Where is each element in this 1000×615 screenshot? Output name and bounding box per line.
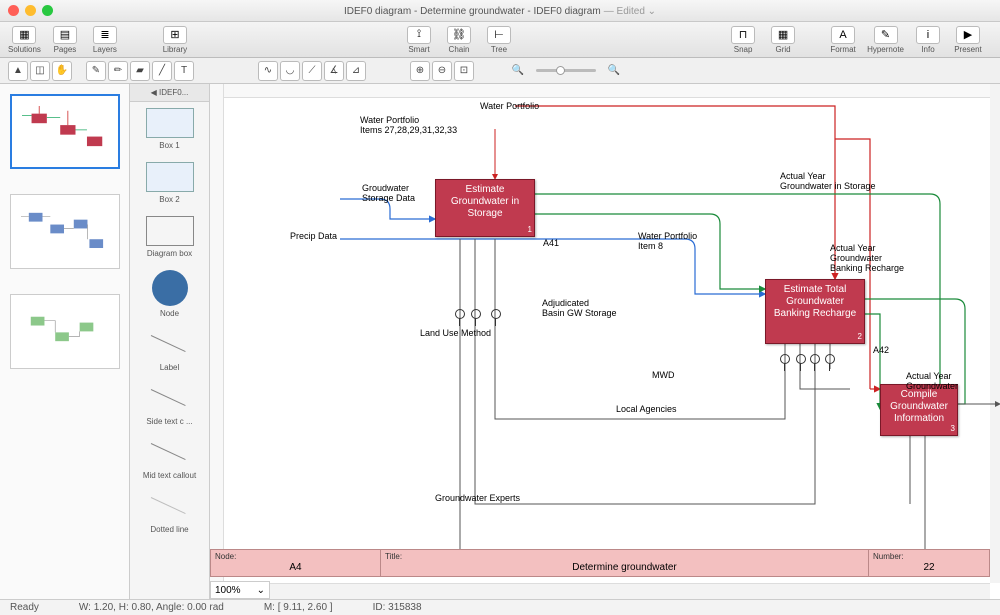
grid-button[interactable]: ▦Grid — [767, 26, 799, 54]
pages-button[interactable]: ▤Pages — [49, 26, 81, 54]
scrollbar-vertical[interactable] — [990, 84, 1000, 583]
status-ready: Ready — [10, 602, 39, 613]
window-titlebar: IDEF0 diagram - Determine groundwater - … — [0, 0, 1000, 22]
label-wp-item8: Water Portfolio Item 8 — [638, 232, 697, 252]
label-mwd: MWD — [652, 371, 675, 381]
brush-tool[interactable]: ✏ — [108, 61, 128, 81]
mechanism-marker — [796, 354, 806, 364]
lasso-tool[interactable]: ◫ — [30, 61, 50, 81]
footer-node-value: A4 — [215, 561, 376, 574]
arc-tool[interactable]: ◡ — [280, 61, 300, 81]
footer-number-value: 22 — [873, 561, 985, 574]
present-button[interactable]: ▶Present — [952, 26, 984, 54]
zoom-plus-icon[interactable]: 🔍 — [604, 61, 624, 81]
lib-box2[interactable]: Box 2 — [130, 156, 209, 210]
pencil-tool[interactable]: ✎ — [86, 61, 106, 81]
page-thumbnails-panel — [0, 84, 130, 599]
zoomout-icon[interactable]: ⊖ — [432, 61, 452, 81]
idef-box-3[interactable]: Compile Groundwater Information3 — [880, 384, 958, 436]
measure-tool[interactable]: ⊿ — [346, 61, 366, 81]
diagram-connectors — [210, 84, 1000, 599]
status-dimensions: W: 1.20, H: 0.80, Angle: 0.00 rad — [79, 602, 224, 613]
box2-code: A42 — [873, 346, 889, 356]
snap-button[interactable]: ⊓Snap — [727, 26, 759, 54]
hand-tool[interactable]: ✋ — [52, 61, 72, 81]
zoomin-icon[interactable]: ⊕ — [410, 61, 430, 81]
window-title: IDEF0 diagram - Determine groundwater - … — [344, 6, 601, 17]
label-local-agencies: Local Agencies — [616, 405, 677, 415]
window-edited-indicator: — Edited ⌄ — [604, 6, 656, 17]
lib-dotted-line[interactable]: Dotted line — [130, 486, 209, 540]
label-landuse: Land Use Method — [420, 329, 491, 339]
box1-code: A41 — [543, 239, 559, 249]
lib-diagram-box[interactable]: Diagram box — [130, 210, 209, 264]
label-ay-storage: Actual Year Groundwater in Storage — [780, 172, 876, 192]
footer-title-value: Determine groundwater — [385, 561, 864, 574]
zoom-slider[interactable] — [536, 69, 596, 72]
status-mouse: M: [ 9.11, 2.60 ] — [264, 602, 333, 613]
page-thumbnail-2[interactable] — [10, 194, 120, 269]
text-tool[interactable]: T — [174, 61, 194, 81]
ruler-vertical — [210, 84, 224, 599]
zoom-select[interactable]: 100% ⌄ — [210, 581, 270, 599]
lib-box1[interactable]: Box 1 — [130, 102, 209, 156]
library-panel: ◀ IDEF0... Box 1 Box 2 Diagram box Node … — [130, 84, 210, 599]
main-toolbar: ▦Solutions ▤Pages ≣Layers ⊞Library ⟟Smar… — [0, 22, 1000, 58]
status-id: ID: 315838 — [373, 602, 422, 613]
angle-tool[interactable]: ∡ — [324, 61, 344, 81]
tree-button[interactable]: ⊢Tree — [483, 26, 515, 54]
layers-button[interactable]: ≣Layers — [89, 26, 121, 54]
diagram-canvas[interactable]: Estimate Groundwater in Storage1 A41 Est… — [210, 84, 1000, 599]
idef-box-2[interactable]: Estimate Total Groundwater Banking Recha… — [765, 279, 865, 344]
label-out-right: Actual Year Groundwater — [906, 372, 1000, 392]
mechanism-marker — [780, 354, 790, 364]
label-gw-experts: Groundwater Experts — [435, 494, 520, 504]
scrollbar-horizontal[interactable] — [270, 583, 990, 599]
chain-button[interactable]: ⛓Chain — [443, 26, 475, 54]
idef-footer-table: Node:A4 Title:Determine groundwater Numb… — [210, 549, 990, 577]
page-thumbnail-1[interactable] — [10, 94, 120, 169]
label-water-portfolio: Water Portfolio — [480, 102, 539, 112]
format-button[interactable]: AFormat — [827, 26, 859, 54]
line-tool[interactable]: ╱ — [152, 61, 172, 81]
connector-tool[interactable]: ⟋ — [302, 61, 322, 81]
mechanism-marker — [491, 309, 501, 319]
lib-label[interactable]: Label — [130, 324, 209, 378]
idef-box-1[interactable]: Estimate Groundwater in Storage1 — [435, 179, 535, 237]
curve-tool[interactable]: ∿ — [258, 61, 278, 81]
lib-side-text[interactable]: Side text c ... — [130, 378, 209, 432]
zoom-minus-icon[interactable]: 🔍 — [508, 61, 528, 81]
fill-tool[interactable]: ▰ — [130, 61, 150, 81]
mechanism-marker — [810, 354, 820, 364]
label-wp-items: Water Portfolio Items 27,28,29,31,32,33 — [360, 116, 457, 136]
mechanism-marker — [471, 309, 481, 319]
label-adj-basin: Adjudicated Basin GW Storage — [542, 299, 617, 319]
mechanism-marker — [455, 309, 465, 319]
label-precip: Precip Data — [290, 232, 337, 242]
solutions-button[interactable]: ▦Solutions — [8, 26, 41, 54]
hypernote-button[interactable]: ✎Hypernote — [867, 26, 904, 54]
mechanism-marker — [825, 354, 835, 364]
info-button[interactable]: iInfo — [912, 26, 944, 54]
ruler-horizontal — [210, 84, 990, 98]
label-ay-banking: Actual Year Groundwater Banking Recharge — [830, 244, 904, 274]
smart-button[interactable]: ⟟Smart — [403, 26, 435, 54]
library-header[interactable]: ◀ IDEF0... — [130, 84, 209, 102]
label-gw-storage: Groudwater Storage Data — [362, 184, 415, 204]
secondary-toolbar: ▲ ◫ ✋ ✎ ✏ ▰ ╱ T ∿ ◡ ⟋ ∡ ⊿ ⊕ ⊖ ⊡ 🔍 🔍 — [0, 58, 1000, 84]
lib-mid-text[interactable]: Mid text callout — [130, 432, 209, 486]
pointer-tool[interactable]: ▲ — [8, 61, 28, 81]
traffic-lights[interactable] — [8, 5, 53, 16]
page-thumbnail-3[interactable] — [10, 294, 120, 369]
status-bar: Ready W: 1.20, H: 0.80, Angle: 0.00 rad … — [0, 599, 1000, 615]
lib-node[interactable]: Node — [130, 264, 209, 324]
zoomfit-icon[interactable]: ⊡ — [454, 61, 474, 81]
library-button[interactable]: ⊞Library — [159, 26, 191, 54]
